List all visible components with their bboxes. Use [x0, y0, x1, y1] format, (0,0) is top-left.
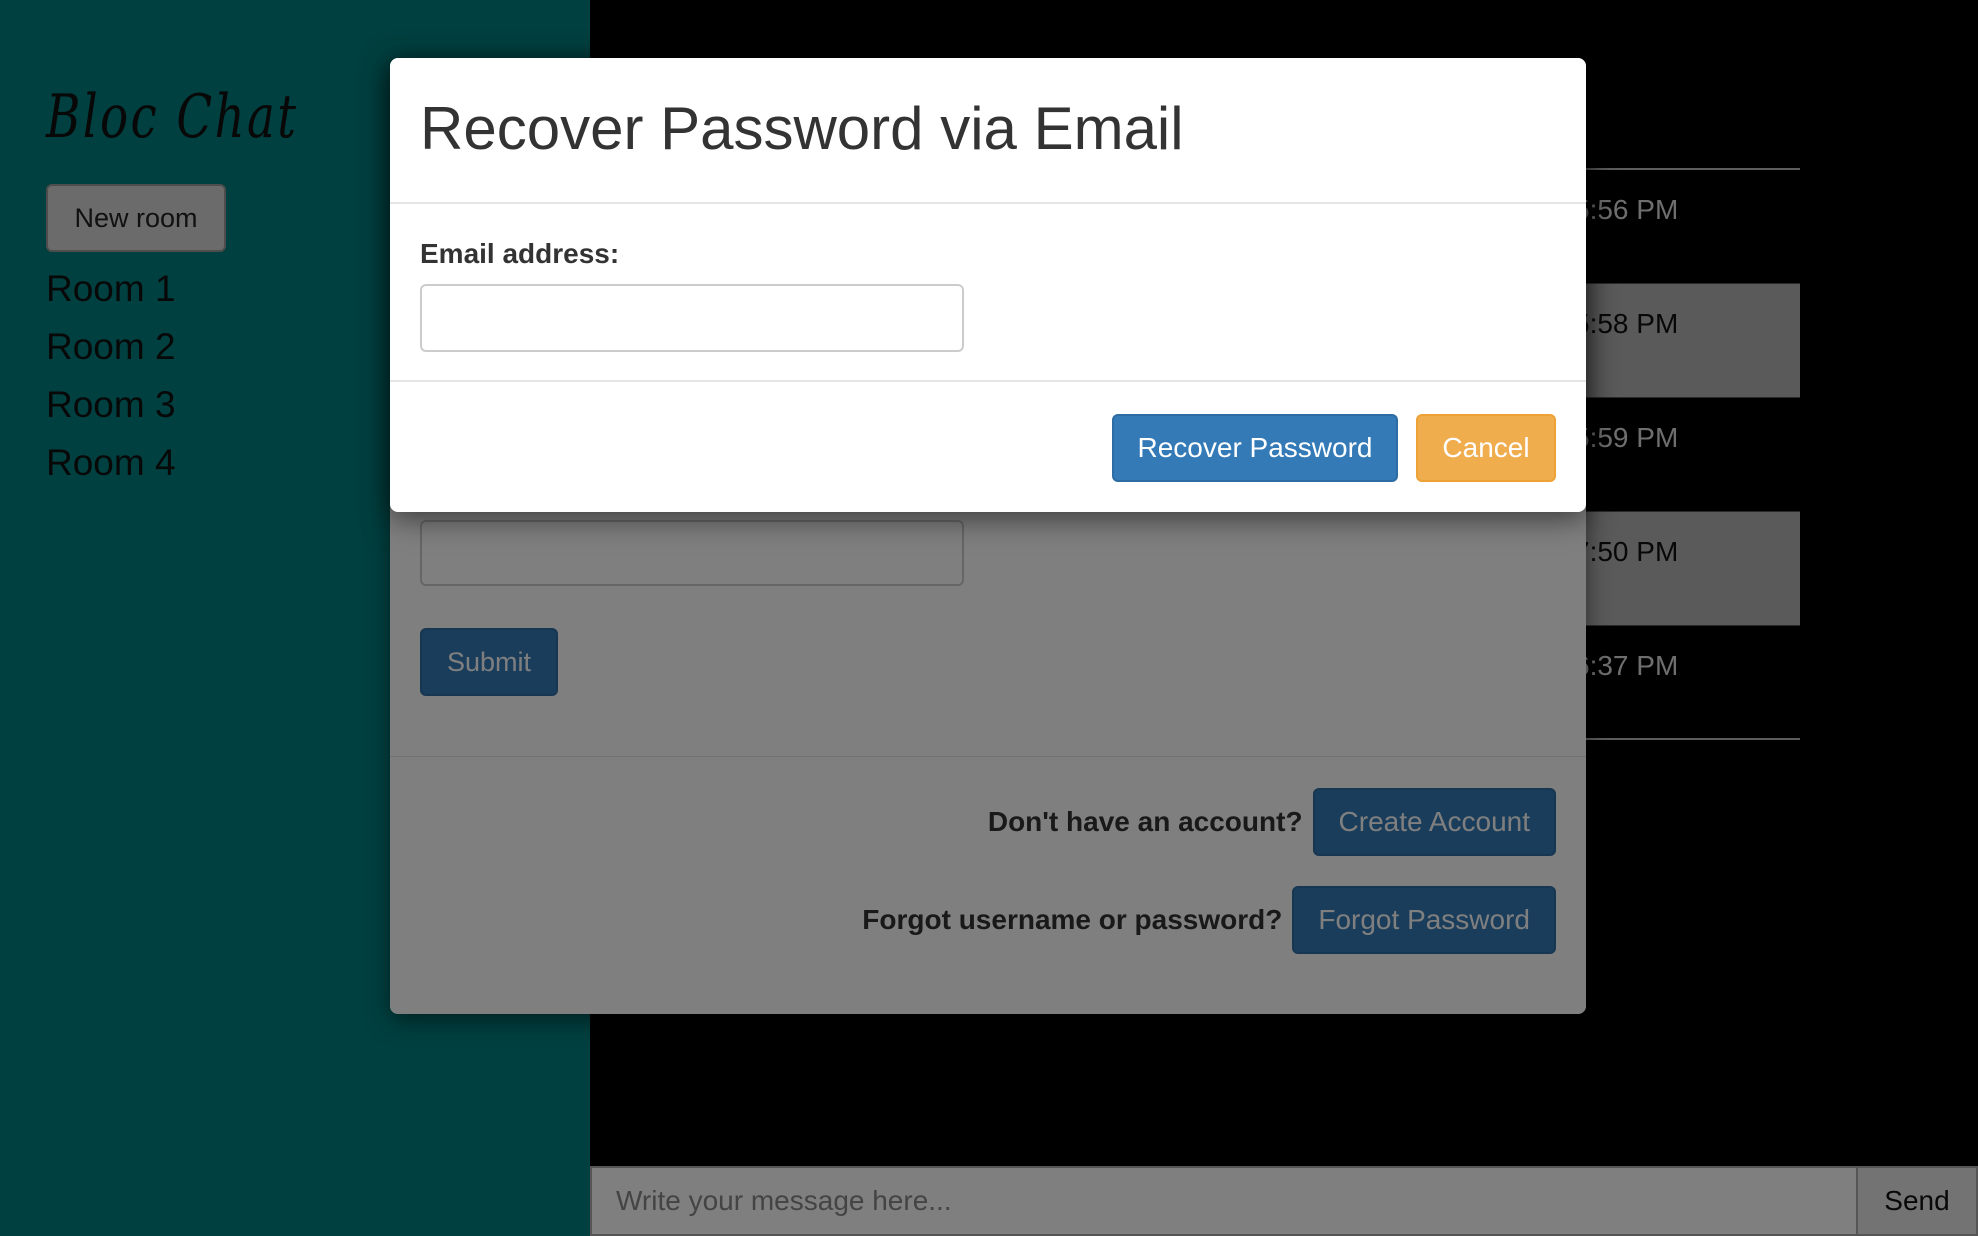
recover-password-modal: Recover Password via Email Email address… [390, 58, 1586, 512]
recover-password-button[interactable]: Recover Password [1112, 414, 1398, 482]
email-label: Email address: [420, 238, 620, 269]
footer-divider [390, 380, 1586, 382]
app-root: Bloc Chat New room Room 1 Room 2 Room 3 … [0, 0, 1978, 1236]
cancel-button[interactable]: Cancel [1416, 414, 1556, 482]
header-divider [390, 202, 1586, 204]
email-field[interactable] [420, 284, 964, 352]
modal-title: Recover Password via Email [420, 95, 1184, 162]
